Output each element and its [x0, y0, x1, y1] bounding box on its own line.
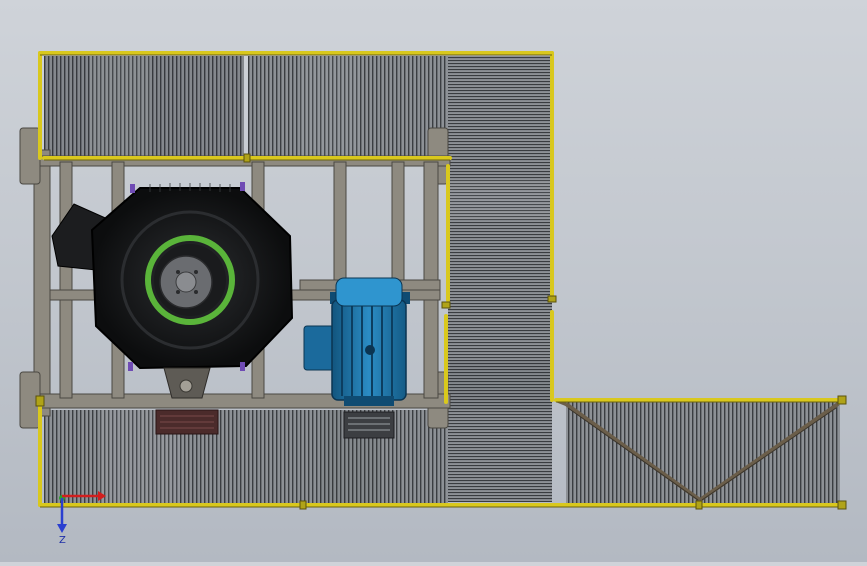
triad-z-label: Z [59, 535, 66, 546]
grating-panel-hopper[interactable] [566, 402, 840, 504]
grating-panel-right-column[interactable] [448, 56, 552, 502]
cad-viewport[interactable]: Z [0, 0, 867, 562]
motor-base-grill [343, 411, 395, 439]
motor-fan-cover [335, 277, 403, 307]
motor-terminal-box [303, 325, 335, 371]
